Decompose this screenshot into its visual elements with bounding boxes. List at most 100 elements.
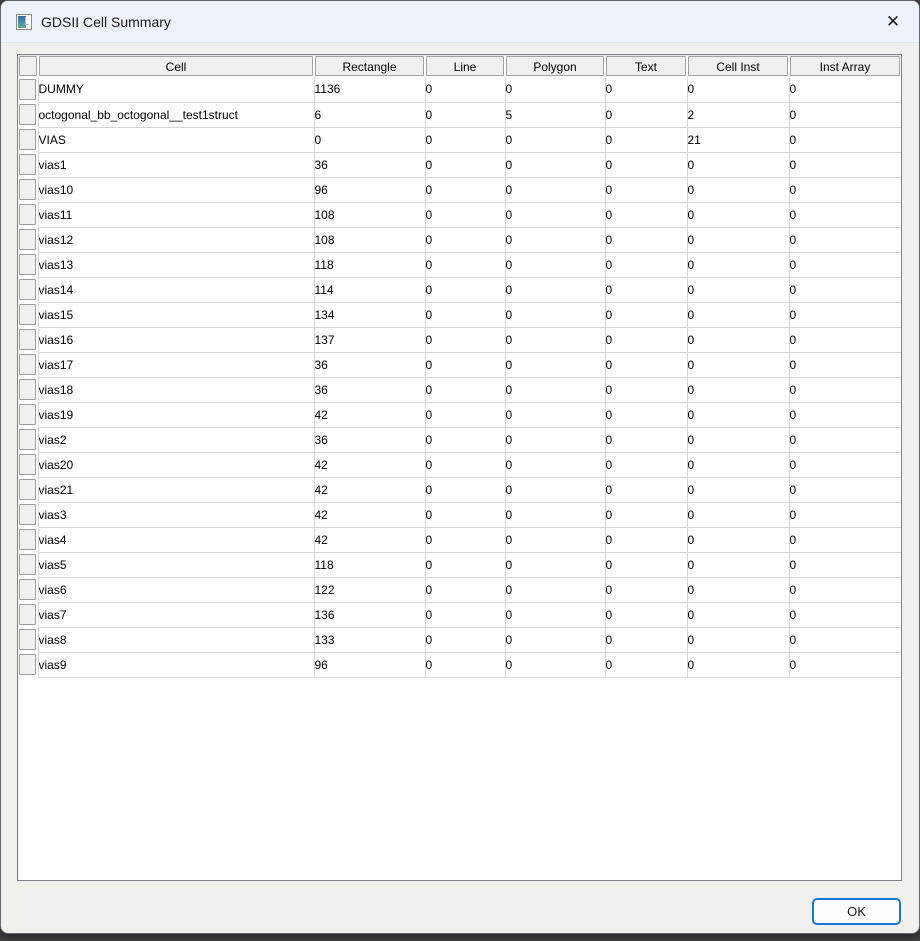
cell-value[interactable]: 0: [505, 577, 605, 602]
cell-value[interactable]: 114: [314, 277, 425, 302]
cell-value[interactable]: 0: [505, 527, 605, 552]
cell-value[interactable]: 0: [789, 477, 901, 502]
cell-value[interactable]: 0: [425, 102, 505, 127]
cell-value[interactable]: 0: [605, 502, 687, 527]
row-header-cell[interactable]: [18, 102, 38, 127]
row-header-cell[interactable]: [18, 627, 38, 652]
cell-value[interactable]: 42: [314, 477, 425, 502]
row-header-cell[interactable]: [18, 552, 38, 577]
cell-value[interactable]: 0: [605, 327, 687, 352]
cell-value[interactable]: 0: [505, 452, 605, 477]
cell-value[interactable]: 0: [605, 452, 687, 477]
row-header-cell[interactable]: [18, 577, 38, 602]
cell-name[interactable]: vias11: [38, 202, 314, 227]
cell-value[interactable]: 0: [425, 127, 505, 152]
cell-value[interactable]: 0: [605, 302, 687, 327]
row-header-cell[interactable]: [18, 252, 38, 277]
cell-value[interactable]: 0: [425, 627, 505, 652]
column-header-inst-array[interactable]: Inst Array: [789, 55, 901, 77]
row-header-cell[interactable]: [18, 302, 38, 327]
cell-value[interactable]: 0: [425, 652, 505, 677]
cell-value[interactable]: 0: [605, 627, 687, 652]
cell-value[interactable]: 0: [425, 302, 505, 327]
cell-value[interactable]: 0: [605, 227, 687, 252]
cell-value[interactable]: 0: [505, 627, 605, 652]
cell-value[interactable]: 0: [605, 552, 687, 577]
cell-name[interactable]: vias3: [38, 502, 314, 527]
cell-value[interactable]: 36: [314, 152, 425, 177]
cell-name[interactable]: vias1: [38, 152, 314, 177]
cell-value[interactable]: 0: [425, 352, 505, 377]
column-header-polygon[interactable]: Polygon: [505, 55, 605, 77]
cell-value[interactable]: 0: [505, 352, 605, 377]
row-header-cell[interactable]: [18, 377, 38, 402]
cell-value[interactable]: 118: [314, 552, 425, 577]
cell-value[interactable]: 0: [687, 527, 789, 552]
cell-value[interactable]: 0: [605, 102, 687, 127]
cell-value[interactable]: 0: [425, 452, 505, 477]
cell-value[interactable]: 0: [425, 427, 505, 452]
cell-value[interactable]: 0: [789, 127, 901, 152]
cell-value[interactable]: 0: [425, 377, 505, 402]
cell-value[interactable]: 0: [425, 277, 505, 302]
cell-value[interactable]: 122: [314, 577, 425, 602]
row-header-cell[interactable]: [18, 477, 38, 502]
cell-value[interactable]: 0: [687, 652, 789, 677]
cell-value[interactable]: 0: [505, 152, 605, 177]
cell-value[interactable]: 0: [605, 527, 687, 552]
cell-value[interactable]: 0: [605, 77, 687, 102]
row-header-cell[interactable]: [18, 77, 38, 102]
column-header-rectangle[interactable]: Rectangle: [314, 55, 425, 77]
cell-value[interactable]: 0: [789, 552, 901, 577]
cell-value[interactable]: 0: [605, 602, 687, 627]
cell-name[interactable]: vias7: [38, 602, 314, 627]
cell-value[interactable]: 0: [687, 502, 789, 527]
cell-value[interactable]: 0: [425, 502, 505, 527]
cell-value[interactable]: 0: [505, 327, 605, 352]
cell-value[interactable]: 0: [687, 252, 789, 277]
cell-value[interactable]: 0: [687, 227, 789, 252]
cell-value[interactable]: 0: [605, 177, 687, 202]
cell-value[interactable]: 42: [314, 452, 425, 477]
cell-value[interactable]: 0: [505, 302, 605, 327]
cell-value[interactable]: 36: [314, 427, 425, 452]
cell-value[interactable]: 0: [425, 527, 505, 552]
cell-name[interactable]: octogonal_bb_octogonal__test1struct: [38, 102, 314, 127]
cell-value[interactable]: 108: [314, 202, 425, 227]
cell-value[interactable]: 0: [505, 177, 605, 202]
cell-value[interactable]: 136: [314, 602, 425, 627]
cell-name[interactable]: vias5: [38, 552, 314, 577]
cell-value[interactable]: 0: [789, 577, 901, 602]
cell-value[interactable]: 0: [687, 202, 789, 227]
cell-value[interactable]: 0: [505, 427, 605, 452]
cell-value[interactable]: 0: [425, 177, 505, 202]
cell-value[interactable]: 0: [789, 277, 901, 302]
row-header-cell[interactable]: [18, 277, 38, 302]
cell-value[interactable]: 0: [505, 227, 605, 252]
cell-value[interactable]: 21: [687, 127, 789, 152]
cell-name[interactable]: vias19: [38, 402, 314, 427]
cell-value[interactable]: 0: [505, 502, 605, 527]
cell-name[interactable]: vias12: [38, 227, 314, 252]
cell-value[interactable]: 133: [314, 627, 425, 652]
cell-value[interactable]: 0: [687, 477, 789, 502]
cell-value[interactable]: 0: [687, 352, 789, 377]
close-icon[interactable]: ✕: [875, 4, 911, 40]
cell-value[interactable]: 36: [314, 352, 425, 377]
cell-value[interactable]: 0: [789, 377, 901, 402]
cell-name[interactable]: vias14: [38, 277, 314, 302]
cell-value[interactable]: 0: [687, 552, 789, 577]
cell-value[interactable]: 0: [687, 627, 789, 652]
cell-value[interactable]: 0: [687, 427, 789, 452]
cell-value[interactable]: 0: [425, 202, 505, 227]
cell-value[interactable]: 0: [425, 327, 505, 352]
cell-value[interactable]: 0: [687, 327, 789, 352]
cell-value[interactable]: 0: [605, 477, 687, 502]
cell-value[interactable]: 2: [687, 102, 789, 127]
cell-value[interactable]: 0: [425, 552, 505, 577]
cell-value[interactable]: 0: [605, 377, 687, 402]
cell-value[interactable]: 0: [605, 577, 687, 602]
cell-value[interactable]: 0: [425, 227, 505, 252]
cell-name[interactable]: vias20: [38, 452, 314, 477]
cell-name[interactable]: VIAS: [38, 127, 314, 152]
